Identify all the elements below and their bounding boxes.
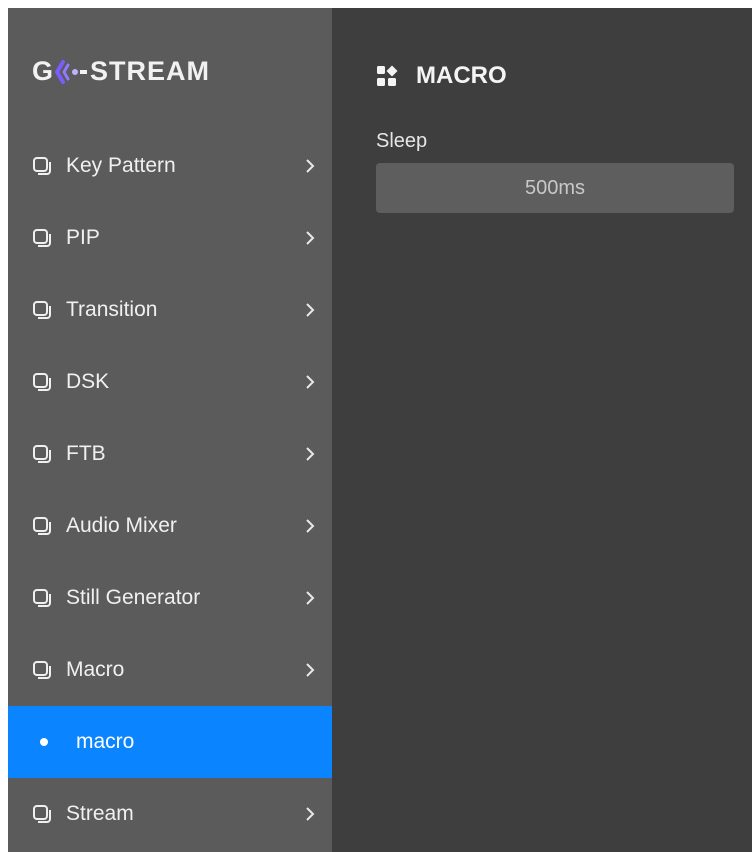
sidebar-item-label: PIP bbox=[66, 226, 100, 249]
dot-icon bbox=[40, 738, 48, 746]
sleep-label: Sleep bbox=[376, 130, 428, 152]
sidebar-item-audio-mixer[interactable]: Audio Mixer bbox=[8, 490, 332, 562]
copy-icon bbox=[32, 444, 52, 464]
sidebar-item-stream[interactable]: Stream bbox=[8, 778, 332, 850]
chevron-right-icon bbox=[302, 518, 318, 534]
main-panel: MACRO Sleep 500ms bbox=[332, 8, 752, 852]
sleep-input[interactable]: 500ms bbox=[376, 163, 734, 213]
page-header: MACRO bbox=[376, 62, 507, 90]
copy-icon bbox=[32, 156, 52, 176]
chevron-right-icon bbox=[302, 590, 318, 606]
sidebar-item-label: Transition bbox=[66, 298, 158, 321]
sidebar-item-transition[interactable]: Transition bbox=[8, 274, 332, 346]
chevron-right-icon bbox=[302, 230, 318, 246]
logo-mark-icon bbox=[55, 59, 88, 84]
copy-icon bbox=[32, 804, 52, 824]
sidebar-item-label: FTB bbox=[66, 442, 106, 465]
copy-icon bbox=[32, 300, 52, 320]
sidebar-item-label: DSK bbox=[66, 370, 110, 393]
sidebar-subitem-macro[interactable]: macro bbox=[8, 706, 332, 778]
sidebar-item-label: Audio Mixer bbox=[66, 514, 177, 537]
sidebar-item-label: macro bbox=[76, 730, 135, 753]
copy-icon bbox=[32, 516, 52, 536]
page-title: MACRO bbox=[416, 62, 507, 89]
sidebar-item-still-generator[interactable]: Still Generator bbox=[8, 562, 332, 634]
chevron-right-icon bbox=[302, 158, 318, 174]
chevron-right-icon bbox=[302, 662, 318, 678]
sidebar-item-macro-group[interactable]: Macro bbox=[8, 634, 332, 706]
sidebar-item-key-pattern[interactable]: Key Pattern bbox=[8, 130, 332, 202]
copy-icon bbox=[32, 588, 52, 608]
chevron-right-icon bbox=[302, 302, 318, 318]
chevron-right-icon bbox=[302, 374, 318, 390]
sidebar: G STREAM Key Pattern PIP Transition DSK … bbox=[8, 8, 332, 852]
copy-icon bbox=[32, 372, 52, 392]
copy-icon bbox=[32, 228, 52, 248]
chevron-right-icon bbox=[302, 446, 318, 462]
sidebar-item-dsk[interactable]: DSK bbox=[8, 346, 332, 418]
sidebar-item-label: Still Generator bbox=[66, 586, 201, 609]
app-window: G STREAM Key Pattern PIP Transition DSK … bbox=[8, 8, 752, 852]
copy-icon bbox=[32, 660, 52, 680]
sidebar-item-label: Key Pattern bbox=[66, 154, 176, 177]
sidebar-item-pip[interactable]: PIP bbox=[8, 202, 332, 274]
grid-icon bbox=[376, 65, 398, 87]
sidebar-item-label: Stream bbox=[66, 802, 134, 825]
sidebar-item-label: Macro bbox=[66, 658, 125, 681]
logo-text-left: G bbox=[32, 56, 55, 86]
chevron-right-icon bbox=[302, 806, 318, 822]
sidebar-item-ftb[interactable]: FTB bbox=[8, 418, 332, 490]
logo: G STREAM bbox=[32, 56, 210, 87]
logo-text-right: STREAM bbox=[90, 56, 211, 86]
sidebar-nav: Key Pattern PIP Transition DSK FTB Audio… bbox=[8, 130, 332, 850]
